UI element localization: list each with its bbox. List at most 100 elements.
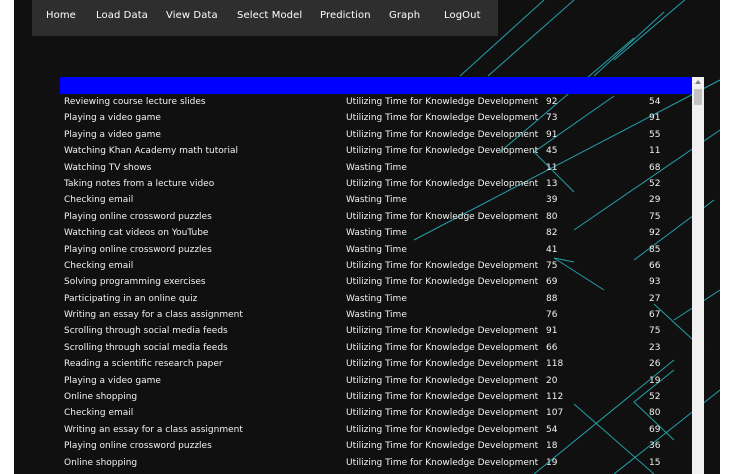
scroll-thumb[interactable] xyxy=(694,89,702,105)
cell-value-1: 91 xyxy=(546,326,558,337)
cell-value-1: 41 xyxy=(546,244,558,255)
table-row: Scrolling through social media feeds Uti… xyxy=(60,340,692,356)
table-row: Playing online crossword puzzles Utilizi… xyxy=(60,209,692,225)
bg-line xyxy=(593,11,665,77)
table-row: Writing an essay for a class assignment … xyxy=(60,422,692,438)
cell-activity: Reviewing course lecture slides xyxy=(64,97,206,107)
cell-activity: Scrolling through social media feeds xyxy=(64,326,228,337)
cell-category: Utilizing Time for Knowledge Development xyxy=(346,424,539,435)
cell-value-1: 66 xyxy=(546,342,558,353)
table-row: Reading a scientific research paper Util… xyxy=(60,356,692,372)
table-row: Online shopping Utilizing Time for Knowl… xyxy=(60,389,692,405)
table-row: Writing an essay for a class assignment … xyxy=(60,307,692,323)
cell-activity: Playing a video game xyxy=(64,113,161,124)
table-row: Watching cat videos on YouTube Wasting T… xyxy=(60,225,692,241)
cell-value-2: 54 xyxy=(649,97,661,107)
cell-activity: Watching Khan Academy math tutorial xyxy=(64,146,239,157)
cell-value-1: 76 xyxy=(546,310,558,321)
cell-value-1: 69 xyxy=(546,277,558,288)
cell-activity: Watching TV shows xyxy=(64,162,152,173)
cell-value-1: 75 xyxy=(546,260,558,271)
nav-graph-link[interactable]: Graph xyxy=(389,8,420,24)
cell-value-2: 85 xyxy=(649,244,661,255)
table-row: Playing online crossword puzzles Utilizi… xyxy=(60,438,692,454)
cell-activity: Checking email xyxy=(64,408,134,419)
cell-value-1: 20 xyxy=(546,375,558,386)
nav-select-model-link[interactable]: Select Model xyxy=(237,8,302,24)
table-row: Participating in an online quiz Wasting … xyxy=(60,291,692,307)
cell-value-2: 68 xyxy=(649,162,661,173)
table-header-bar xyxy=(60,77,692,94)
cell-value-2: 23 xyxy=(649,342,661,353)
table-row: Watching TV shows Wasting Time 11 68 xyxy=(60,160,692,176)
cell-activity: Scrolling through social media feeds xyxy=(64,342,228,353)
cell-activity: Playing a video game xyxy=(64,129,161,140)
cell-category: Utilizing Time for Knowledge Development xyxy=(346,408,539,419)
cell-category: Utilizing Time for Knowledge Development xyxy=(346,326,539,337)
cell-value-1: 73 xyxy=(546,113,558,124)
cell-value-2: 67 xyxy=(649,310,661,321)
cell-value-2: 91 xyxy=(649,113,661,124)
cell-value-2: 11 xyxy=(649,146,661,157)
cell-value-1: 88 xyxy=(546,293,558,304)
cell-value-2: 75 xyxy=(649,211,661,222)
table-row: Playing a video game Utilizing Time for … xyxy=(60,373,692,389)
nav-view-data-link[interactable]: View Data xyxy=(166,8,218,24)
cell-value-2: 66 xyxy=(649,260,661,271)
cell-activity: Solving programming exercises xyxy=(64,277,206,288)
cell-category: Utilizing Time for Knowledge Development xyxy=(346,392,539,403)
cell-category: Utilizing Time for Knowledge Development xyxy=(346,211,539,222)
cell-activity: Watching cat videos on YouTube xyxy=(64,228,209,239)
cell-value-2: 80 xyxy=(649,408,661,419)
cell-value-2: 93 xyxy=(649,277,661,288)
cell-value-1: 45 xyxy=(546,146,558,157)
vertical-scrollbar[interactable] xyxy=(692,77,704,474)
cell-value-2: 92 xyxy=(649,228,661,239)
cell-value-2: 55 xyxy=(649,129,661,140)
cell-value-2: 15 xyxy=(649,457,661,468)
table-row: Solving programming exercises Utilizing … xyxy=(60,274,692,290)
cell-category: Utilizing Time for Knowledge Development xyxy=(346,113,539,124)
cell-activity: Playing a video game xyxy=(64,375,161,386)
cell-activity: Online shopping xyxy=(64,392,138,403)
cell-category: Utilizing Time for Knowledge Development xyxy=(346,97,539,107)
cell-activity: Taking notes from a lecture video xyxy=(64,178,215,189)
nav-load-data-link[interactable]: Load Data xyxy=(96,8,148,24)
cell-value-1: 80 xyxy=(546,211,558,222)
cell-value-2: 52 xyxy=(649,392,661,403)
cell-category: Utilizing Time for Knowledge Development xyxy=(346,457,539,468)
page: Home Load Data View Data Select Model Pr… xyxy=(0,0,734,474)
nav-home-link[interactable]: Home xyxy=(46,8,76,24)
cell-value-1: 112 xyxy=(546,392,564,403)
cell-activity: Reading a scientific research paper xyxy=(64,359,223,370)
cell-activity: Checking email xyxy=(64,195,134,206)
cell-category: Utilizing Time for Knowledge Development xyxy=(346,342,539,353)
cell-value-1: 39 xyxy=(546,195,558,206)
nav-logout-link[interactable]: LogOut xyxy=(444,8,481,24)
cell-value-2: 26 xyxy=(649,359,661,370)
cell-category: Utilizing Time for Knowledge Development xyxy=(346,146,539,157)
cell-category: Wasting Time xyxy=(346,310,407,321)
cell-activity: Online shopping xyxy=(64,457,138,468)
cell-value-2: 36 xyxy=(649,441,661,452)
table-row: Scrolling through social media feeds Uti… xyxy=(60,323,692,339)
data-table-panel[interactable]: Reviewing course lecture slides Utilizin… xyxy=(60,77,704,474)
cell-activity: Playing online crossword puzzles xyxy=(64,211,212,222)
nav-prediction-link[interactable]: Prediction xyxy=(320,8,371,24)
cell-category: Wasting Time xyxy=(346,162,407,173)
cell-category: Wasting Time xyxy=(346,293,407,304)
top-navbar: Home Load Data View Data Select Model Pr… xyxy=(32,0,498,36)
table-row: Taking notes from a lecture video Utiliz… xyxy=(60,176,692,192)
cell-value-1: 118 xyxy=(546,359,564,370)
cell-category: Utilizing Time for Knowledge Development xyxy=(346,375,539,386)
cell-value-1: 18 xyxy=(546,441,558,452)
bg-line xyxy=(613,0,686,61)
table-row: Playing a video game Utilizing Time for … xyxy=(60,110,692,126)
scroll-up-arrow-icon[interactable] xyxy=(695,80,701,84)
cell-value-1: 91 xyxy=(546,129,558,140)
table-row: Checking email Utilizing Time for Knowle… xyxy=(60,258,692,274)
table-row: Online shopping Utilizing Time for Knowl… xyxy=(60,455,692,471)
cell-value-2: 52 xyxy=(649,178,661,189)
cell-category: Wasting Time xyxy=(346,244,407,255)
table-row: Playing online crossword puzzles Wasting… xyxy=(60,242,692,258)
